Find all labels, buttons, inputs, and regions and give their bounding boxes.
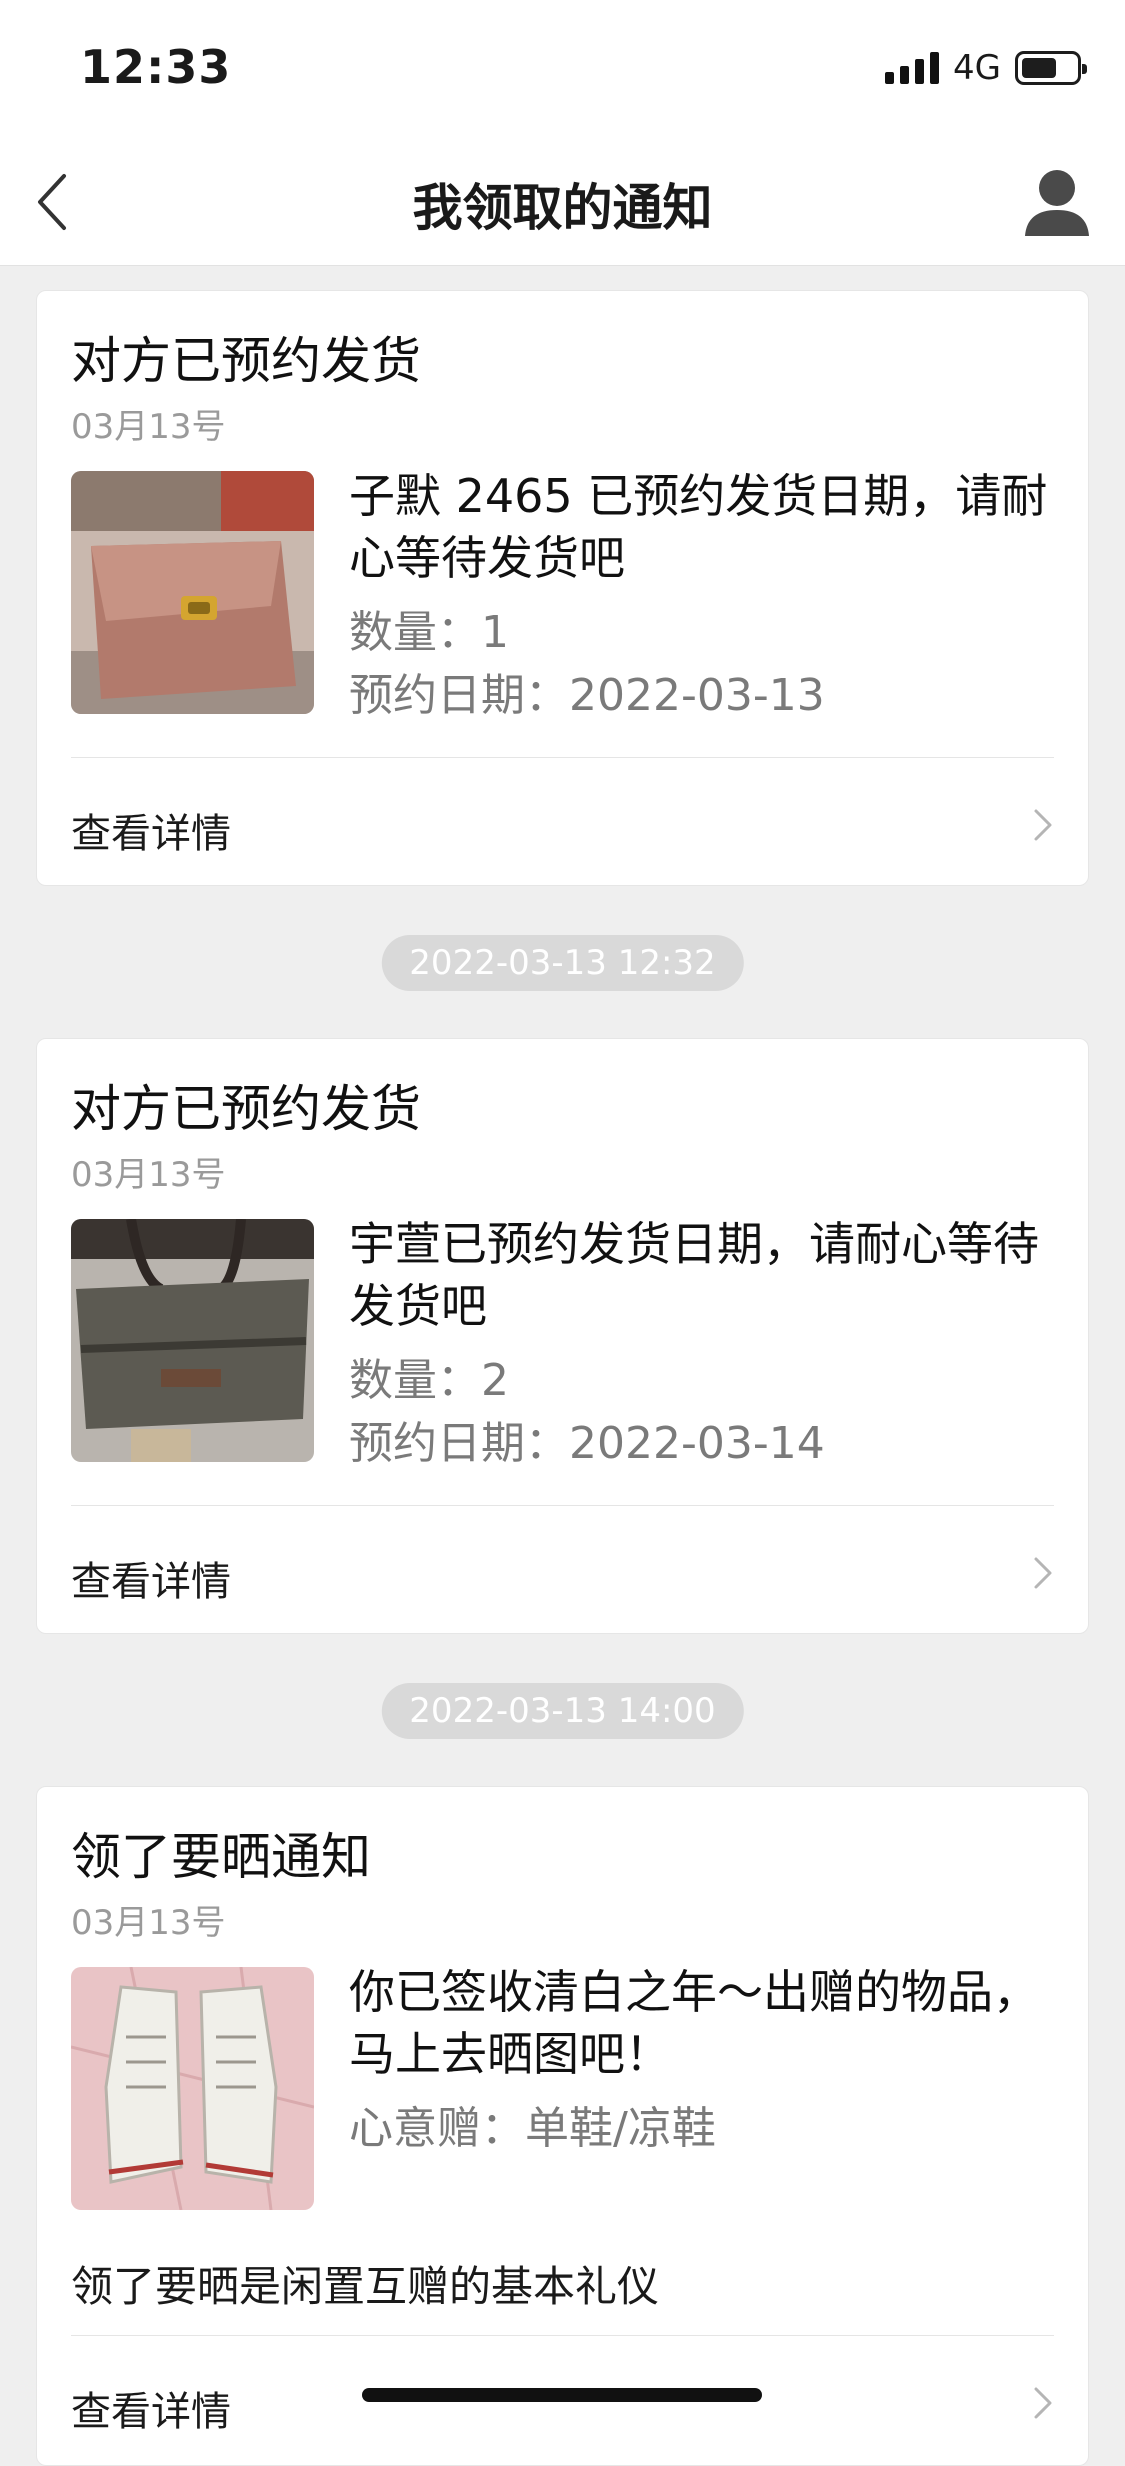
divider xyxy=(71,1505,1054,1506)
view-details-label: 查看详情 xyxy=(71,811,231,857)
notification-card: 对方已预约发货 03月13号 宇萱已预约发货日期，请耐心等待发货吧 数量：2 预… xyxy=(36,1038,1089,1634)
chevron-right-icon xyxy=(1034,2387,1052,2419)
notification-card: 对方已预约发货 03月13号 子默 2465 已预约发货日期，请耐心等待发货吧 … xyxy=(36,290,1089,886)
view-details-button[interactable]: 查看详情 xyxy=(37,765,1088,885)
home-indicator[interactable] xyxy=(362,2388,762,2402)
category-label: 心意赠：单鞋/凉鞋 xyxy=(349,2103,716,2154)
status-bar: 12:33 4G xyxy=(0,0,1125,138)
chevron-right-icon xyxy=(1034,809,1052,841)
status-time: 12:33 xyxy=(80,40,232,94)
quantity-label: 数量：1 xyxy=(349,607,509,658)
notification-message: 宇萱已预约发货日期，请耐心等待发货吧 xyxy=(349,1217,1039,1333)
profile-button[interactable] xyxy=(1015,160,1099,244)
handbag-photo xyxy=(71,471,314,714)
view-details-button[interactable]: 查看详情 xyxy=(37,1513,1088,1633)
card-date: 03月13号 xyxy=(71,1903,226,1943)
nav-bar: 我领取的通知 xyxy=(0,138,1125,266)
sneakers-photo xyxy=(71,1967,314,2210)
divider xyxy=(71,757,1054,758)
timestamp-pill: 2022-03-13 14:00 xyxy=(381,1683,744,1739)
notification-message: 你已签收清白之年～出赠的物品，马上去晒图吧！ xyxy=(349,1965,1039,2081)
timestamp-pill: 2022-03-13 12:32 xyxy=(381,935,744,991)
user-icon xyxy=(1025,170,1089,236)
quantity-label: 数量：2 xyxy=(349,1355,509,1406)
item-thumbnail[interactable] xyxy=(71,1967,314,2210)
chevron-right-icon xyxy=(1034,1557,1052,1589)
battery-icon xyxy=(1015,51,1087,85)
network-type: 4G xyxy=(953,48,1001,88)
card-title: 领了要晒通知 xyxy=(71,1828,371,1886)
card-title: 对方已预约发货 xyxy=(71,1080,421,1138)
card-title: 对方已预约发货 xyxy=(71,332,421,390)
card-date: 03月13号 xyxy=(71,407,226,447)
item-thumbnail[interactable] xyxy=(71,471,314,714)
travel-bag-photo xyxy=(71,1219,314,1462)
page-title: 我领取的通知 xyxy=(412,179,713,237)
view-details-label: 查看详情 xyxy=(71,2389,231,2435)
status-indicators: 4G xyxy=(885,48,1087,88)
etiquette-note: 领了要晒是闲置互赠的基本礼仪 xyxy=(71,2262,660,2311)
view-details-label: 查看详情 xyxy=(71,1559,231,1605)
view-details-button[interactable]: 查看详情 xyxy=(37,2343,1088,2463)
card-date: 03月13号 xyxy=(71,1155,226,1195)
appointment-date: 预约日期：2022-03-13 xyxy=(349,670,825,721)
divider xyxy=(71,2335,1054,2336)
item-thumbnail[interactable] xyxy=(71,1219,314,1462)
notification-card: 领了要晒通知 03月13号 你已签收清白之年～出赠的物品，马上去晒图吧！ 心意赠… xyxy=(36,1786,1089,2466)
signal-icon xyxy=(885,52,940,84)
appointment-date: 预约日期：2022-03-14 xyxy=(349,1418,825,1469)
notification-message: 子默 2465 已预约发货日期，请耐心等待发货吧 xyxy=(349,469,1048,585)
